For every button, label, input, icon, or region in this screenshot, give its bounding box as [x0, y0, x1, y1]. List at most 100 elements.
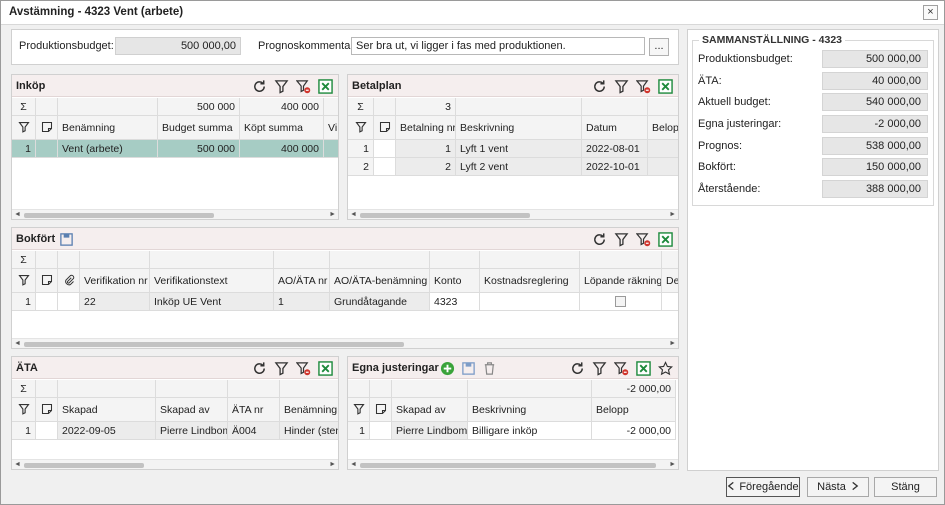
- col-budget-summa[interactable]: Budget summa: [158, 116, 240, 140]
- window-title: Avstämning - 4323 Vent (arbete): [9, 6, 184, 18]
- ata-grid: Σ Skapad Skapad av ÄTA nr Benämning 1 20…: [12, 380, 338, 459]
- row-number: 1: [348, 422, 370, 440]
- excel-icon[interactable]: [317, 360, 334, 377]
- egna-scrollbar[interactable]: ◄ ►: [348, 459, 678, 469]
- refresh-icon[interactable]: [591, 231, 608, 248]
- forecast-comment-input[interactable]: Ser bra ut, vi ligger i fas med produkti…: [351, 37, 645, 55]
- col-kopt-summa[interactable]: Köpt summa: [240, 116, 324, 140]
- next-label: Nästa: [817, 481, 846, 493]
- sigma-icon: Σ: [348, 98, 374, 116]
- delete-icon[interactable]: [481, 360, 498, 377]
- excel-icon[interactable]: [657, 78, 674, 95]
- filter-icon[interactable]: [613, 78, 630, 95]
- row-filter-icon[interactable]: [12, 116, 36, 140]
- bokfort-scrollbar[interactable]: ◄ ►: [12, 338, 678, 348]
- col-ao-ata-benamning[interactable]: AO/ÄTA-benämning: [330, 269, 430, 293]
- cell-beskrivning[interactable]: Billigare inköp: [468, 422, 592, 440]
- row-number: 1: [348, 140, 374, 158]
- col-de[interactable]: De: [662, 269, 678, 293]
- col-beskrivning[interactable]: Beskrivning: [468, 398, 592, 422]
- summary-row: Återstående: 388 000,00: [696, 180, 930, 198]
- next-button[interactable]: Nästa: [807, 477, 869, 497]
- lopande-rakning-checkbox[interactable]: [580, 293, 662, 311]
- table-row[interactable]: 1 2022-09-05 Pierre Lindbom Ä004 Hinder …: [12, 422, 338, 440]
- filter-icon[interactable]: [613, 231, 630, 248]
- table-row[interactable]: 1 22 Inköp UE Vent 1 Grundåtagande 4323: [12, 293, 678, 311]
- refresh-icon[interactable]: [569, 360, 586, 377]
- col-skapad-av[interactable]: Skapad av: [156, 398, 228, 422]
- table-row[interactable]: 2 2 Lyft 2 vent 2022-10-01: [348, 158, 678, 176]
- summary-row: Aktuell budget: 540 000,00: [696, 93, 930, 111]
- col-skapad-av[interactable]: Skapad av: [392, 398, 468, 422]
- refresh-icon[interactable]: [251, 360, 268, 377]
- cell-konto[interactable]: 4323: [430, 293, 480, 311]
- summary-label: ÄTA:: [698, 75, 722, 87]
- col-konto[interactable]: Konto: [430, 269, 480, 293]
- close-button[interactable]: Stäng: [874, 477, 937, 497]
- paperclip-icon: [58, 269, 80, 293]
- star-icon[interactable]: [657, 360, 674, 377]
- col-benamning[interactable]: Benämning: [58, 116, 158, 140]
- clear-filter-icon[interactable]: [295, 78, 312, 95]
- comment-more-button[interactable]: ...: [649, 38, 669, 56]
- col-skapad[interactable]: Skapad: [58, 398, 156, 422]
- excel-icon[interactable]: [635, 360, 652, 377]
- table-row[interactable]: 1 Pierre Lindbom Billigare inköp -2 000,…: [348, 422, 678, 440]
- row-filter-icon[interactable]: [12, 269, 36, 293]
- betalplan-header: Betalplan: [348, 75, 678, 97]
- cell-ao-ata-nr: 1: [274, 293, 330, 311]
- save-icon[interactable]: [460, 360, 477, 377]
- clear-filter-icon[interactable]: [613, 360, 630, 377]
- bokfort-sum-row: Σ: [12, 251, 678, 269]
- summary-value: 540 000,00: [822, 93, 928, 111]
- col-lopande-rakning[interactable]: Löpande räkning: [580, 269, 662, 293]
- col-betalning-nr[interactable]: Betalning nr: [396, 116, 456, 140]
- inkop-scrollbar[interactable]: ◄ ►: [12, 209, 338, 219]
- col-ao-ata-nr[interactable]: AO/ÄTA nr: [274, 269, 330, 293]
- row-filter-icon[interactable]: [12, 398, 36, 422]
- col-belopp[interactable]: Belop: [648, 116, 678, 140]
- clear-filter-icon[interactable]: [295, 360, 312, 377]
- bokfort-title: Bokfört: [16, 233, 56, 245]
- col-verifikation-nr[interactable]: Verifikation nr: [80, 269, 150, 293]
- refresh-icon[interactable]: [251, 78, 268, 95]
- col-kostnadsreglering[interactable]: Kostnadsreglering: [480, 269, 580, 293]
- col-beskrivning[interactable]: Beskrivning: [456, 116, 582, 140]
- cell-betalning-nr: 1: [396, 140, 456, 158]
- col-belopp[interactable]: Belopp: [592, 398, 676, 422]
- clear-filter-icon[interactable]: [635, 78, 652, 95]
- summary-value: 40 000,00: [822, 72, 928, 90]
- row-number: 1: [12, 422, 36, 440]
- filter-icon[interactable]: [273, 78, 290, 95]
- betalplan-header-row: Betalning nr Beskrivning Datum Belop: [348, 116, 678, 140]
- cell-ao-ata-benamning: Grundåtagande: [330, 293, 430, 311]
- row-filter-icon[interactable]: [348, 116, 374, 140]
- close-window-button[interactable]: ×: [923, 5, 938, 20]
- excel-icon[interactable]: [657, 231, 674, 248]
- betalplan-scrollbar[interactable]: ◄ ►: [348, 209, 678, 219]
- col-benamning[interactable]: Benämning: [280, 398, 338, 422]
- table-row[interactable]: 1 Vent (arbete) 500 000 400 000: [12, 140, 338, 158]
- cell-skapad: 2022-09-05: [58, 422, 156, 440]
- save-icon[interactable]: [58, 231, 75, 248]
- col-datum[interactable]: Datum: [582, 116, 648, 140]
- col-ata-nr[interactable]: ÄTA nr: [228, 398, 280, 422]
- cell-datum: 2022-08-01: [582, 140, 648, 158]
- filter-icon[interactable]: [591, 360, 608, 377]
- col-verifikationstext[interactable]: Verifikationstext: [150, 269, 274, 293]
- summary-label: Produktionsbudget:: [698, 53, 793, 65]
- refresh-icon[interactable]: [591, 78, 608, 95]
- ata-scrollbar[interactable]: ◄ ►: [12, 459, 338, 469]
- clear-filter-icon[interactable]: [635, 231, 652, 248]
- summary-label: Egna justeringar:: [698, 118, 782, 130]
- previous-button[interactable]: Föregående: [726, 477, 800, 497]
- col-vi[interactable]: Vi: [324, 116, 338, 140]
- cell-belopp[interactable]: -2 000,00: [592, 422, 676, 440]
- excel-icon[interactable]: [317, 78, 334, 95]
- row-filter-icon[interactable]: [348, 398, 370, 422]
- add-icon[interactable]: [439, 360, 456, 377]
- cell-ata-nr: Ä004: [228, 422, 280, 440]
- table-row[interactable]: 1 1 Lyft 1 vent 2022-08-01: [348, 140, 678, 158]
- filter-icon[interactable]: [273, 360, 290, 377]
- ata-panel: ÄTA Σ Skapad Skapad av ÄTA nr Benämning …: [11, 356, 339, 470]
